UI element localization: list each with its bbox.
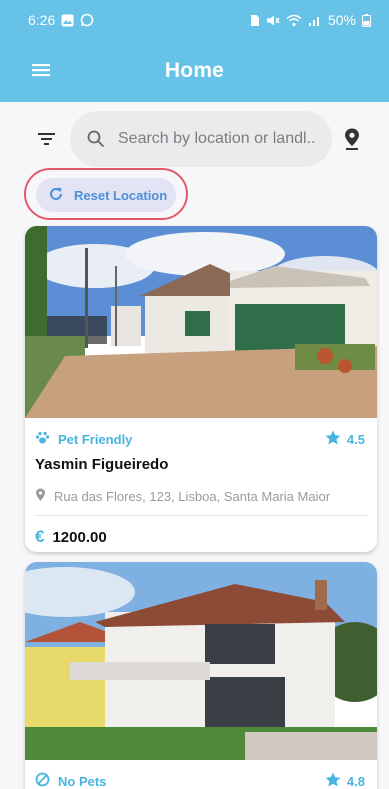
no-pets-icon	[35, 772, 50, 789]
price: 1200.00	[52, 528, 107, 546]
mute-icon	[266, 14, 280, 27]
wifi-icon	[286, 14, 302, 27]
reset-location-button[interactable]: Reset Location	[36, 178, 176, 212]
card-body: Pet Friendly 4.5 Yasmin Figueiredo Rua d…	[25, 418, 377, 548]
location-pin-icon	[35, 488, 46, 505]
star-icon	[325, 430, 341, 448]
price-row: € 1200.00	[35, 526, 367, 548]
rating-value: 4.5	[346, 431, 365, 447]
battery-icon	[362, 13, 371, 27]
gallery-notification-icon	[61, 14, 74, 27]
refresh-icon	[48, 186, 64, 205]
location-pin-icon[interactable]	[342, 127, 362, 151]
search-bar[interactable]	[70, 111, 332, 167]
property-photo	[25, 562, 377, 760]
paw-icon	[35, 431, 50, 448]
star-icon	[325, 772, 341, 789]
divider	[35, 515, 367, 516]
hamburger-menu-icon[interactable]	[30, 59, 52, 81]
card-meta: Pet Friendly 4.5	[35, 418, 367, 454]
signal-icon	[308, 14, 322, 27]
pet-policy-label: No Pets	[58, 773, 107, 789]
listing-card[interactable]: Pet Friendly 4.5 Yasmin Figueiredo Rua d…	[25, 226, 377, 552]
pet-policy-label: Pet Friendly	[58, 431, 133, 447]
status-left: 6:26	[28, 12, 94, 28]
rating: 4.5	[325, 430, 367, 448]
address-text: Rua das Flores, 123, Lisboa, Santa Maria…	[54, 488, 331, 504]
search-row	[0, 111, 389, 167]
reset-location-highlight: Reset Location	[24, 168, 188, 220]
rating: 4.8	[325, 772, 367, 789]
status-right: 50%	[250, 12, 371, 28]
filter-icon[interactable]	[36, 129, 58, 149]
card-meta: No Pets 4.8	[35, 760, 367, 789]
status-bar: 6:26 50%	[0, 0, 389, 40]
property-photo	[25, 226, 377, 418]
pet-policy-tag: No Pets	[35, 772, 106, 789]
landlord-name: Yasmin Figueiredo	[35, 456, 169, 473]
whatsapp-icon	[80, 13, 94, 27]
rating-value: 4.8	[346, 773, 365, 789]
euro-icon: €	[35, 527, 45, 546]
sim-icon	[250, 14, 260, 27]
page-title: Home	[164, 59, 225, 82]
status-time: 6:26	[28, 12, 56, 28]
reset-location-label: Reset Location	[74, 187, 168, 203]
search-input[interactable]	[118, 130, 316, 148]
address: Rua das Flores, 123, Lisboa, Santa Maria…	[35, 486, 367, 506]
search-icon	[86, 129, 106, 149]
app-bar: Home	[0, 40, 389, 102]
listing-card[interactable]: No Pets 4.8	[25, 562, 377, 789]
battery-percentage: 50%	[327, 12, 356, 28]
pet-policy-tag: Pet Friendly	[35, 431, 132, 448]
card-body: No Pets 4.8	[25, 760, 377, 789]
